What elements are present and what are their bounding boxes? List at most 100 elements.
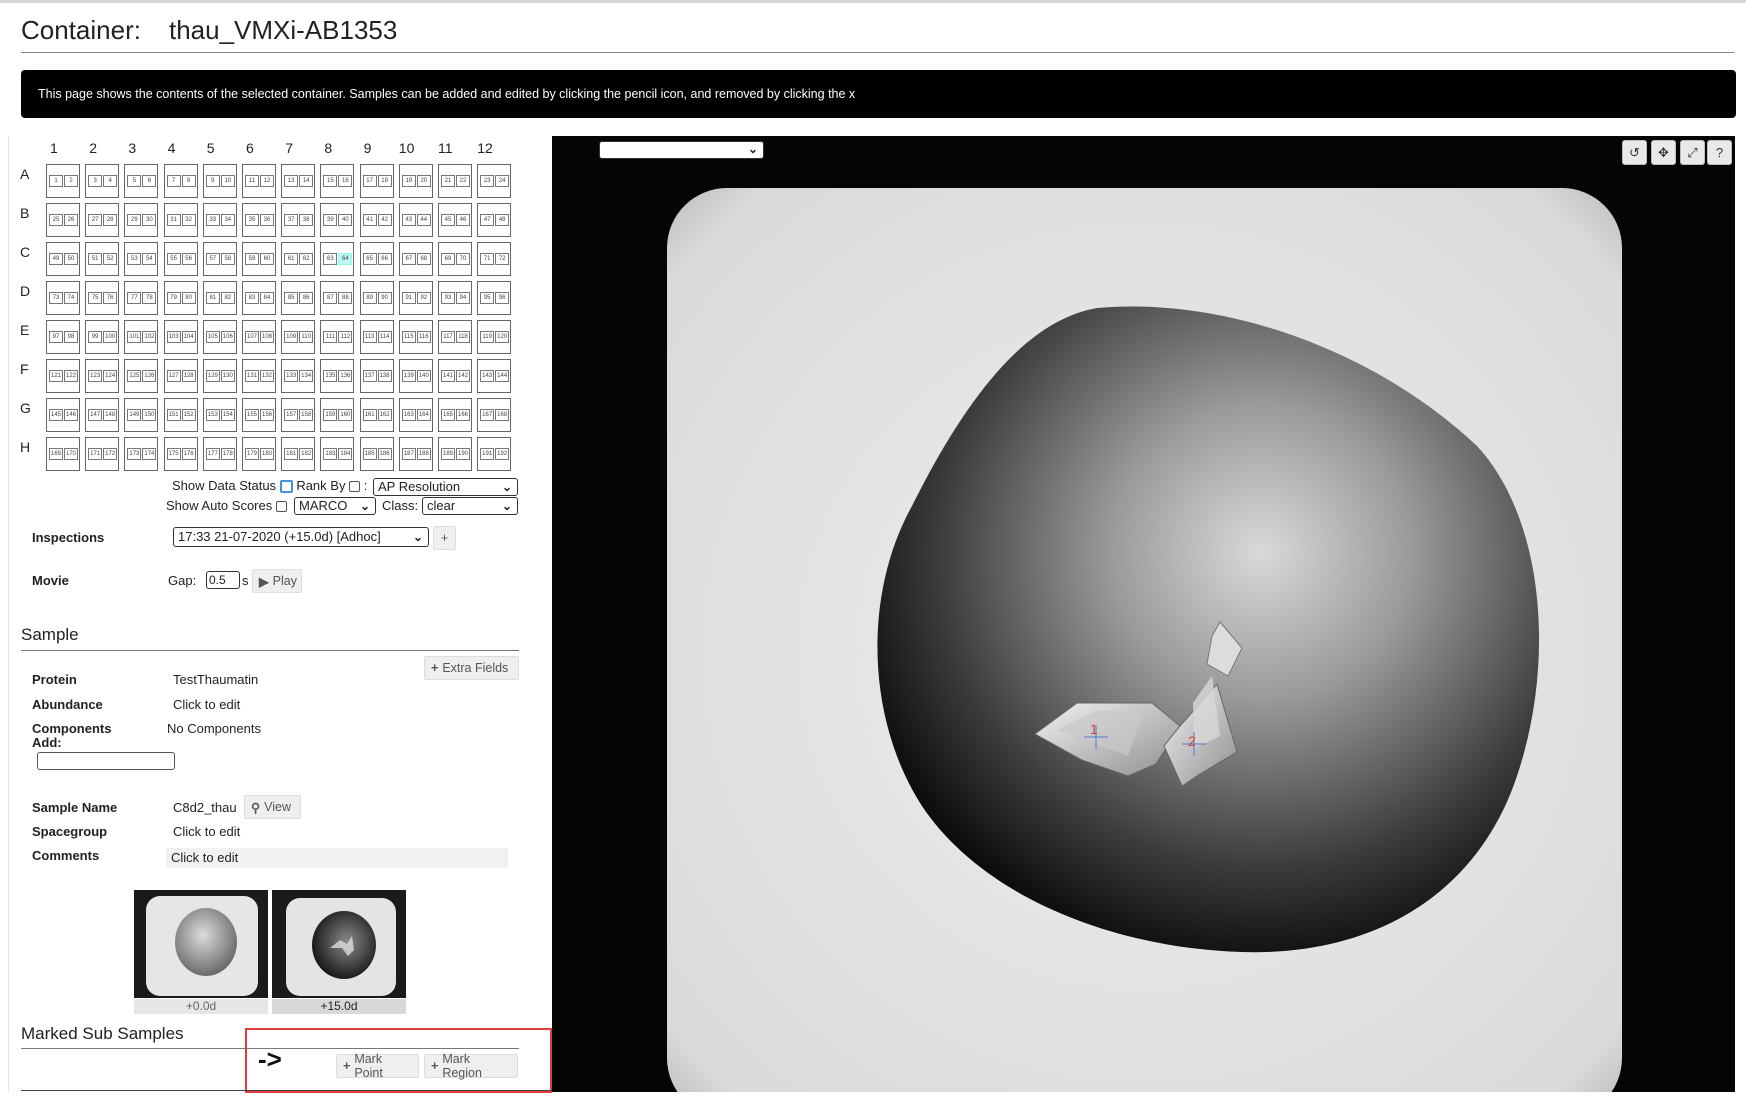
plate-drop[interactable]: 112 bbox=[338, 331, 353, 343]
plate-drop[interactable]: 62 bbox=[299, 253, 314, 265]
add-component-input[interactable] bbox=[37, 752, 175, 770]
move-icon[interactable]: ✥ bbox=[1651, 140, 1676, 165]
plate-well[interactable]: 189 190 bbox=[438, 437, 472, 471]
plate-drop[interactable]: 57 bbox=[205, 253, 220, 265]
plate-well[interactable]: 91 92 bbox=[398, 281, 433, 315]
plate-drop[interactable]: 163 bbox=[401, 409, 416, 421]
plate-drop[interactable]: 162 bbox=[377, 409, 392, 421]
plate-drop[interactable]: 32 bbox=[181, 214, 196, 226]
plate-drop[interactable]: 131 bbox=[245, 370, 259, 382]
plate-well[interactable]: 169 170 bbox=[46, 437, 80, 471]
plate-well[interactable]: 87 88 bbox=[320, 281, 355, 315]
plate-drop[interactable]: 176 bbox=[181, 448, 196, 460]
plate-drop[interactable]: 177 bbox=[205, 448, 220, 460]
plate-well[interactable]: 41 42 bbox=[359, 203, 394, 237]
plate-well[interactable]: 131 132 bbox=[242, 359, 276, 393]
plate-well[interactable]: 157 158 bbox=[281, 398, 316, 432]
plate-drop[interactable]: 77 bbox=[127, 292, 142, 304]
abundance-value[interactable]: Click to edit bbox=[173, 697, 240, 712]
plate-drop[interactable]: 184 bbox=[338, 448, 353, 460]
plate-well[interactable]: 159 160 bbox=[320, 398, 355, 432]
plate-drop[interactable]: 74 bbox=[64, 292, 78, 304]
plate-drop[interactable]: 35 bbox=[245, 214, 259, 226]
plate-drop[interactable]: 118 bbox=[456, 331, 470, 343]
plate-well[interactable]: 53 54 bbox=[124, 242, 159, 276]
plate-well[interactable]: 13 14 bbox=[281, 164, 316, 198]
plate-drop[interactable]: 6 bbox=[142, 175, 157, 187]
plate-well[interactable]: 153 154 bbox=[202, 398, 237, 432]
plate-drop[interactable]: 27 bbox=[88, 214, 103, 226]
plate-drop[interactable]: 101 bbox=[127, 331, 142, 343]
plate-drop[interactable]: 78 bbox=[142, 292, 157, 304]
plate-drop[interactable]: 111 bbox=[323, 331, 338, 343]
plate-drop[interactable]: 127 bbox=[166, 370, 181, 382]
plate-drop[interactable]: 75 bbox=[88, 292, 103, 304]
plate-drop[interactable]: 45 bbox=[441, 214, 455, 226]
plate-drop[interactable]: 106 bbox=[220, 331, 235, 343]
plate-well[interactable]: 113 114 bbox=[359, 320, 394, 354]
plate-well[interactable]: 115 116 bbox=[398, 320, 433, 354]
plate-drop[interactable]: 114 bbox=[377, 331, 392, 343]
plate-drop[interactable]: 16 bbox=[338, 175, 353, 187]
plate-well[interactable]: 121 122 bbox=[46, 359, 80, 393]
plate-well[interactable]: 181 182 bbox=[281, 437, 316, 471]
plate-drop[interactable]: 44 bbox=[416, 214, 431, 226]
plate-drop[interactable]: 156 bbox=[260, 409, 274, 421]
plate-drop[interactable]: 60 bbox=[260, 253, 274, 265]
plate-drop[interactable]: 1 bbox=[49, 175, 63, 187]
plate-drop[interactable]: 134 bbox=[299, 370, 314, 382]
plate-well[interactable]: 111 112 bbox=[320, 320, 355, 354]
plate-drop[interactable]: 53 bbox=[127, 253, 142, 265]
plate-drop[interactable]: 73 bbox=[49, 292, 63, 304]
plate-drop[interactable]: 108 bbox=[260, 331, 274, 343]
plate-drop[interactable]: 152 bbox=[181, 409, 196, 421]
plate-drop[interactable]: 3 bbox=[88, 175, 103, 187]
plate-well[interactable]: 161 162 bbox=[359, 398, 394, 432]
plate-well[interactable]: 125 126 bbox=[124, 359, 159, 393]
plate-drop[interactable]: 104 bbox=[181, 331, 196, 343]
plate-drop[interactable]: 15 bbox=[323, 175, 338, 187]
plate-drop[interactable]: 97 bbox=[49, 331, 63, 343]
plate-well[interactable]: 33 34 bbox=[202, 203, 237, 237]
plate-drop[interactable]: 135 bbox=[323, 370, 338, 382]
plate-well[interactable]: 37 38 bbox=[281, 203, 316, 237]
plate-well[interactable]: 79 80 bbox=[163, 281, 198, 315]
plate-drop[interactable]: 140 bbox=[416, 370, 431, 382]
plate-well[interactable]: 34 bbox=[85, 164, 120, 198]
plate-drop[interactable]: 157 bbox=[284, 409, 299, 421]
plate-drop[interactable]: 26 bbox=[64, 214, 78, 226]
plate-drop[interactable]: 133 bbox=[284, 370, 299, 382]
plate-drop[interactable]: 65 bbox=[362, 253, 377, 265]
plate-drop[interactable]: 98 bbox=[64, 331, 78, 343]
plate-drop[interactable]: 110 bbox=[299, 331, 314, 343]
plate-well[interactable]: 21 22 bbox=[438, 164, 472, 198]
plate-drop[interactable]: 41 bbox=[362, 214, 377, 226]
plate-drop[interactable]: 13 bbox=[284, 175, 299, 187]
plate-well[interactable]: 127 128 bbox=[163, 359, 198, 393]
plate-drop[interactable]: 180 bbox=[260, 448, 274, 460]
plate-drop[interactable]: 173 bbox=[127, 448, 142, 460]
plate-drop[interactable]: 139 bbox=[401, 370, 416, 382]
plate-well[interactable]: 141 142 bbox=[438, 359, 472, 393]
plate-drop[interactable]: 123 bbox=[88, 370, 103, 382]
plate-drop[interactable]: 22 bbox=[456, 175, 470, 187]
fullscreen-icon[interactable]: ⤢ bbox=[1680, 140, 1705, 165]
plate-drop[interactable]: 64 bbox=[338, 253, 353, 265]
plate-well[interactable]: 23 24 bbox=[477, 164, 512, 198]
plate-drop[interactable]: 40 bbox=[338, 214, 353, 226]
plate-drop[interactable]: 155 bbox=[245, 409, 259, 421]
plate-well[interactable]: 19 20 bbox=[398, 164, 433, 198]
inspections-select[interactable]: 17:33 21-07-2020 (+15.0d) [Adhoc] ⌄ bbox=[173, 527, 429, 547]
plate-drop[interactable]: 146 bbox=[64, 409, 78, 421]
plate-drop[interactable]: 95 bbox=[480, 292, 495, 304]
plate-drop[interactable]: 160 bbox=[338, 409, 353, 421]
plate-well[interactable]: 101 102 bbox=[124, 320, 159, 354]
plate-drop[interactable]: 122 bbox=[64, 370, 78, 382]
plate-drop[interactable]: 100 bbox=[103, 331, 118, 343]
show-auto-scores-checkbox[interactable] bbox=[275, 501, 287, 513]
plate-well[interactable]: 27 28 bbox=[85, 203, 120, 237]
inspection-thumbnail-1[interactable] bbox=[134, 890, 268, 998]
plate-drop[interactable]: 42 bbox=[377, 214, 392, 226]
plate-drop[interactable]: 33 bbox=[205, 214, 220, 226]
plate-drop[interactable]: 68 bbox=[416, 253, 431, 265]
